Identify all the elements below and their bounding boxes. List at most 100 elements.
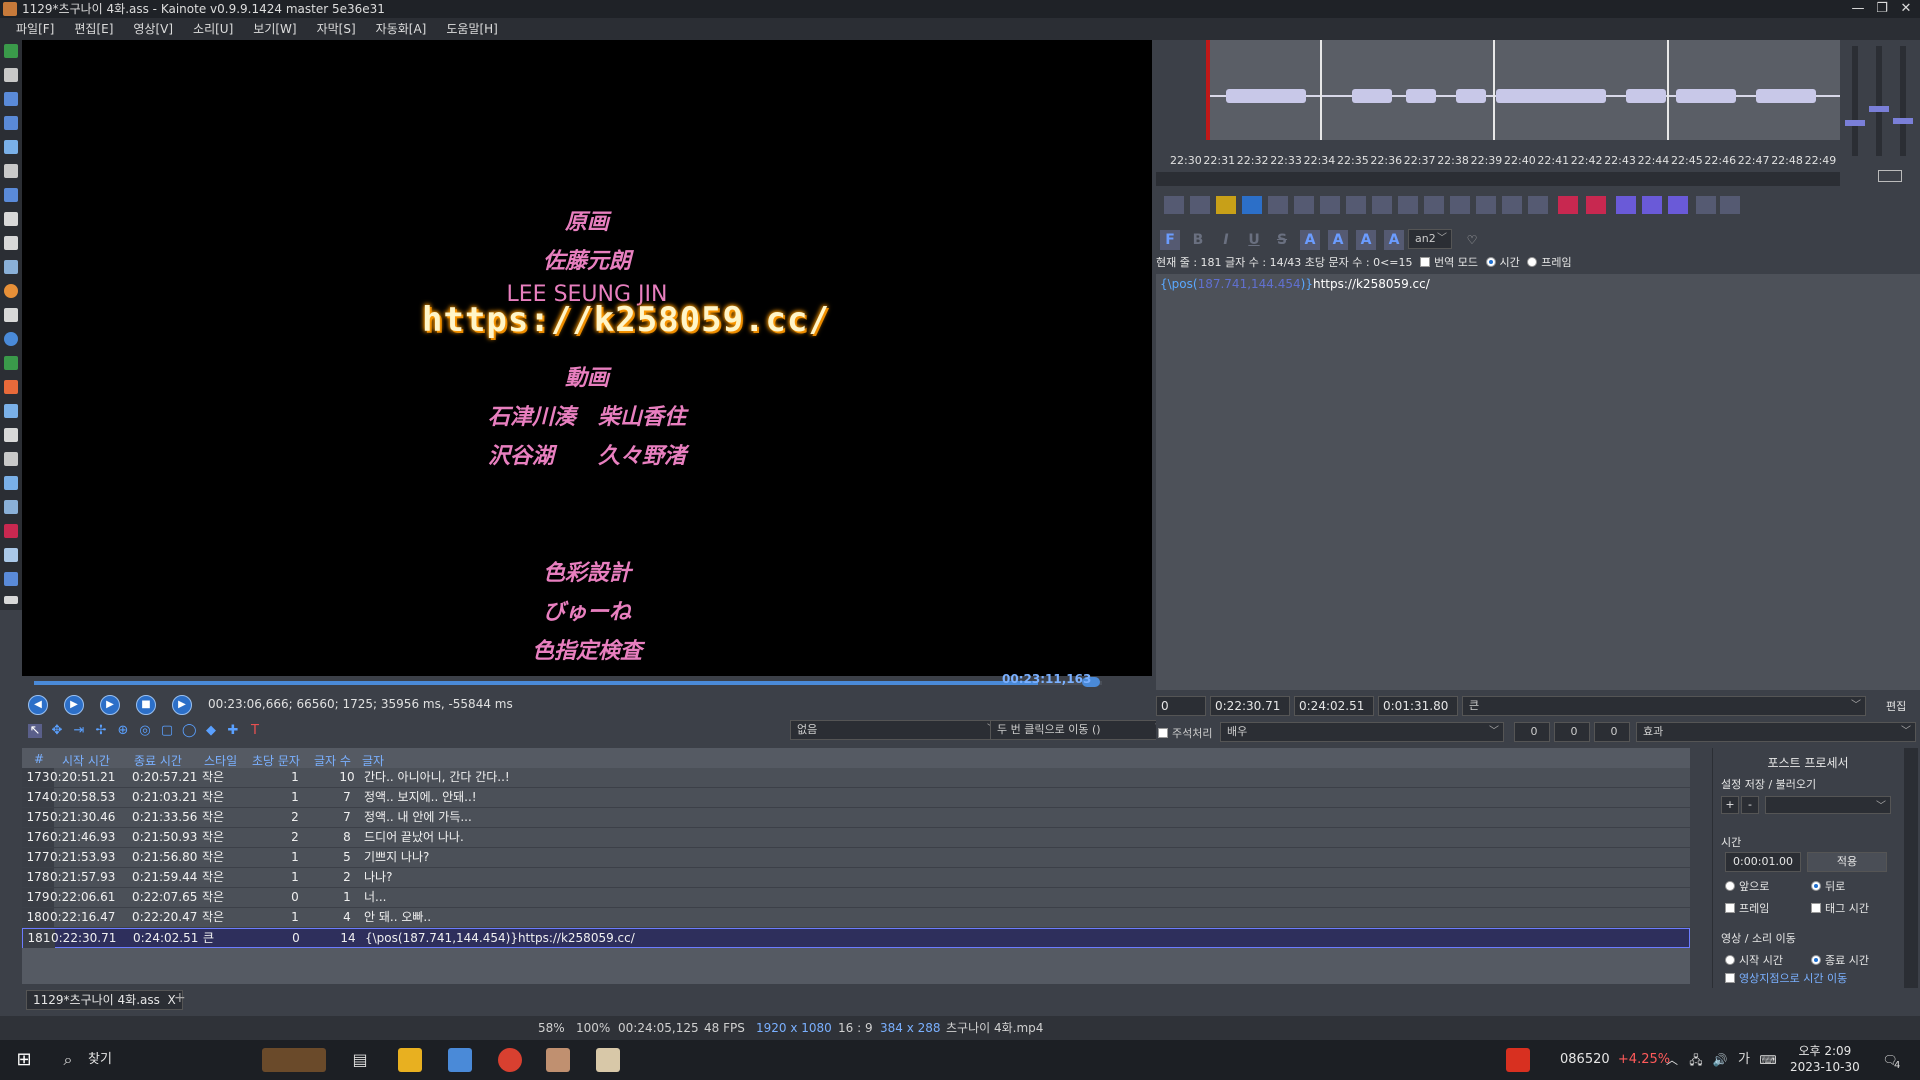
pp-forward-radio[interactable]: 앞으로	[1725, 878, 1769, 894]
menu-video[interactable]: 영상[V]	[123, 18, 183, 40]
col-cps[interactable]: 초당 문자	[252, 752, 300, 769]
tools-icon[interactable]	[4, 548, 18, 562]
rotate-xy-icon[interactable]: ⊕	[116, 724, 130, 738]
app-icon-2[interactable]	[448, 1048, 472, 1072]
properties-icon[interactable]	[4, 140, 18, 154]
table-row[interactable]: 175 0:21:30.46 0:21:33.56 작은 2 7 정액.. 내 안에 가득.…	[22, 808, 1690, 828]
zoom-icon[interactable]	[4, 500, 18, 514]
stop-audio-icon[interactable]	[1268, 196, 1288, 214]
table-row[interactable]: 178 0:21:57.93 0:21:59.44 작은 1 2 나나?	[22, 868, 1690, 888]
pp-start-time-radio[interactable]: 시작 시간	[1725, 952, 1783, 968]
vertical-zoom-slider[interactable]	[1845, 46, 1865, 156]
drawing-icon[interactable]: ◆	[204, 724, 218, 738]
file-explorer-icon[interactable]	[398, 1048, 422, 1072]
strikeout-icon[interactable]: S	[1272, 230, 1292, 250]
spellcheck-icon[interactable]	[4, 284, 18, 298]
volume-slider[interactable]	[1869, 46, 1889, 156]
task-view-icon[interactable]: ▤	[348, 1048, 372, 1072]
open-file-icon[interactable]	[4, 68, 18, 82]
ass-icon[interactable]	[4, 452, 18, 466]
col-text[interactable]: 글자	[362, 752, 384, 769]
play-start-icon[interactable]	[1294, 196, 1314, 214]
italic-icon[interactable]: I	[1216, 230, 1236, 250]
margin-vertical-field[interactable]: 0	[1594, 722, 1630, 742]
pp-move-to-video-checkbox[interactable]: 영상지점으로 시간 이동	[1725, 970, 1847, 986]
auto-scroll-icon[interactable]	[1668, 196, 1688, 214]
spectrum-icon[interactable]	[1586, 196, 1606, 214]
table-row[interactable]: 177 0:21:53.93 0:21:56.80 작은 1 5 기쁘지 나나?	[22, 848, 1690, 868]
play-500-before-icon[interactable]	[1346, 196, 1366, 214]
frame-radio[interactable]: 프레임	[1527, 256, 1572, 269]
stock-widget-icon[interactable]	[1506, 1048, 1530, 1072]
col-end[interactable]: 종료 시간	[134, 752, 182, 769]
font-icon[interactable]: F	[1160, 230, 1180, 250]
split-icon[interactable]	[4, 428, 18, 442]
chrome-icon[interactable]	[498, 1048, 522, 1072]
auto-commit-icon[interactable]	[1642, 196, 1662, 214]
go-start-icon[interactable]	[1450, 196, 1470, 214]
col-style[interactable]: 스타일	[204, 752, 237, 769]
clock[interactable]: 오후 2:09 2023-10-30	[1790, 1043, 1860, 1075]
alignment-select[interactable]: an2 ﹀	[1408, 229, 1452, 249]
srt-icon[interactable]	[4, 476, 18, 490]
play-last-500-icon[interactable]	[1424, 196, 1444, 214]
play-500-after-icon[interactable]	[1372, 196, 1392, 214]
table-row[interactable]: 181 0:22:30.71 0:24:02.51 큰 0 14 {\pos(187.741…	[22, 928, 1690, 948]
horizontal-zoom-slider[interactable]	[1893, 46, 1913, 156]
start-time-field[interactable]: 0:22:30.71	[1210, 696, 1290, 716]
color-picker-icon[interactable]	[4, 524, 18, 538]
scale-icon[interactable]: ◎	[138, 724, 152, 738]
effect-field[interactable]: 효과 ﹀	[1636, 722, 1916, 742]
layer-field[interactable]: 0	[1156, 696, 1206, 716]
search-icon[interactable]: ⌕	[56, 1048, 80, 1072]
visual-mode-select[interactable]: 없음﹀	[790, 720, 1002, 740]
menu-view[interactable]: 보기[W]	[243, 18, 306, 40]
play-before-icon[interactable]	[1216, 196, 1236, 214]
table-row[interactable]: 174 0:20:58.53 0:21:03.21 작은 1 7 정액.. 보지에.. 안돼…	[22, 788, 1690, 808]
play-button[interactable]: ▶	[64, 695, 84, 715]
move-all-icon[interactable]: ✚	[226, 724, 240, 738]
go-end-icon[interactable]	[1476, 196, 1496, 214]
menu-edit[interactable]: 편집[E]	[64, 18, 123, 40]
windows-start-icon[interactable]: ⊞	[12, 1048, 36, 1072]
commit-icon[interactable]	[1502, 196, 1522, 214]
translation-mode-checkbox[interactable]: 번역 모드	[1420, 256, 1478, 269]
margin-left-field[interactable]: 0	[1514, 722, 1550, 742]
clip-vector-icon[interactable]: ◯	[182, 724, 197, 738]
col-index[interactable]: #	[34, 752, 44, 766]
menu-audio[interactable]: 소리[U]	[183, 18, 243, 40]
styles-icon[interactable]	[4, 164, 18, 178]
play-line-button[interactable]: ▶	[100, 695, 120, 715]
audio-scrollbar[interactable]	[1156, 172, 1840, 186]
outline-color-icon[interactable]: A	[1356, 230, 1376, 250]
table-row[interactable]: 180 0:22:16.47 0:22:20.47 작은 1 4 안 돼.. 오빠..	[22, 908, 1690, 928]
play-end-icon[interactable]	[1320, 196, 1340, 214]
stock-widget[interactable]: 086520 +4.25%	[1560, 1040, 1670, 1080]
sort-icon[interactable]	[4, 404, 18, 418]
click-mode-select[interactable]: 두 번 클릭으로 이동 ()﹀	[990, 720, 1170, 740]
time-radio[interactable]: 시간	[1485, 256, 1520, 269]
pp-preset-select[interactable]: ﹀	[1765, 796, 1891, 814]
duration-field[interactable]: 0:01:31.80	[1378, 696, 1458, 716]
more-icon[interactable]	[4, 596, 18, 604]
table-row[interactable]: 176 0:21:46.93 0:21:50.93 작은 2 8 드디어 끝났어 나나.	[22, 828, 1690, 848]
table-row[interactable]: 179 0:22:06.61 0:22:07.65 작은 0 1 너...	[22, 888, 1690, 908]
comment-checkbox[interactable]: 주석처리	[1158, 725, 1212, 741]
style-manager-icon[interactable]	[4, 188, 18, 202]
pp-remove-button[interactable]: -	[1741, 796, 1759, 814]
find-icon[interactable]	[4, 236, 18, 250]
col-start[interactable]: 시작 시간	[62, 752, 110, 769]
stop-button[interactable]: ■	[136, 695, 156, 715]
audio-box-icon[interactable]	[1878, 170, 1902, 182]
pp-backward-radio[interactable]: 뒤로	[1811, 878, 1845, 894]
bold-icon[interactable]: B	[1188, 230, 1208, 250]
play-after-icon[interactable]	[1242, 196, 1262, 214]
move-clip-icon[interactable]: ⇥	[72, 724, 86, 738]
keyboard-icon[interactable]: ⌨	[1756, 1048, 1780, 1072]
pp-apply-button[interactable]: 적용	[1807, 852, 1887, 872]
actor-field[interactable]: 배우 ﹀	[1220, 722, 1504, 742]
prev-line-icon[interactable]	[1164, 196, 1184, 214]
menu-help[interactable]: 도움말[H]	[436, 18, 508, 40]
audio-lock-icon[interactable]	[1696, 196, 1716, 214]
maximize-button[interactable]: ❐	[1870, 0, 1894, 18]
